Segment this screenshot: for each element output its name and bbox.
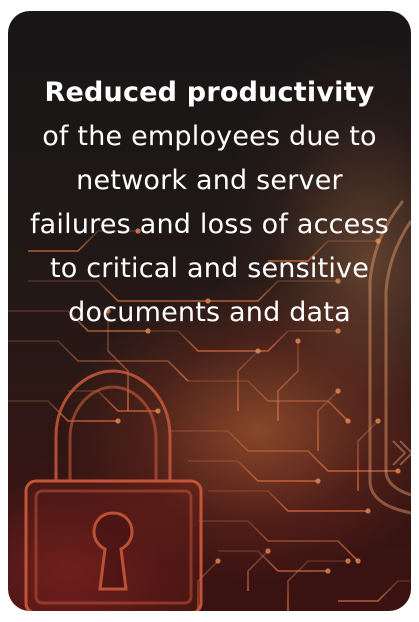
headline: Reduced productivity <box>44 77 375 108</box>
card-text: Reduced productivity of the employees du… <box>26 71 393 335</box>
body-text: of the employees due to network and serv… <box>29 121 390 328</box>
info-card: Reduced productivity of the employees du… <box>8 11 411 611</box>
